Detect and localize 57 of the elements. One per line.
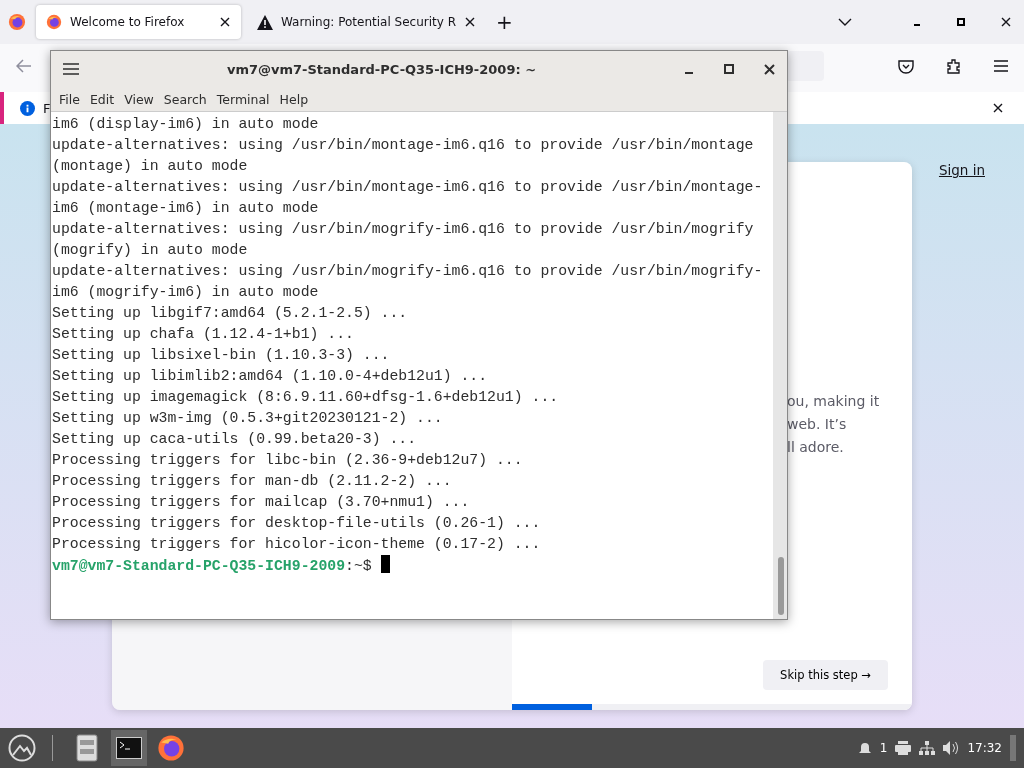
scrollbar[interactable]: [773, 112, 787, 619]
terminal-line: Processing triggers for man-db (2.11.2-2) ...: [52, 472, 453, 491]
terminal-line: update-alternatives: using /usr/bin/mogrify-im6.q16 to provide /usr/bin/mogrify-: [52, 262, 764, 281]
mountain-logo-icon[interactable]: [8, 734, 36, 762]
skip-button[interactable]: Skip this step →: [763, 660, 888, 690]
terminal-app-button[interactable]: [111, 730, 147, 766]
firefox-logo-icon: [157, 734, 185, 762]
text-cursor: [380, 555, 390, 573]
window-title: vm7@vm7-Standard-PC-Q35-ICH9-2009: ~: [225, 61, 538, 77]
menu-item[interactable]: File: [54, 91, 85, 107]
terminal-line: Processing triggers for desktop-file-utils (0.26-1) ...: [52, 514, 542, 533]
close-tab-icon[interactable]: [219, 16, 231, 28]
terminal-line: update-alternatives: using /usr/bin/montage-im6.q16 to provide /usr/bin/montage-: [52, 178, 764, 197]
prompt-path: :~$: [345, 558, 372, 574]
terminal-line: (mogrify) in auto mode: [52, 241, 249, 260]
terminal-line: update-alternatives: using /usr/bin/montage-im6.q16 to provide /usr/bin/montage: [52, 136, 755, 155]
prompt-user-host: vm7@vm7-Standard-PC-Q35-ICH9-2009: [52, 558, 346, 574]
terminal-line: im6 (mogrify-im6) in auto mode: [52, 283, 320, 302]
notification-text: F: [43, 100, 51, 116]
panel-handle[interactable]: [1010, 735, 1016, 761]
new-tab-button[interactable]: +: [492, 6, 517, 38]
terminal-line: im6 (montage-im6) in auto mode: [52, 199, 320, 218]
clock: 17:32: [967, 741, 1002, 755]
notification-count: 1: [879, 741, 888, 755]
sign-in-link[interactable]: Sign in: [938, 162, 985, 178]
body-text: web. It’s: [787, 415, 848, 434]
menu-item[interactable]: Search: [158, 91, 212, 107]
terminal-line: Setting up imagemagick (8:6.9.11.60+dfsg-1.6+deb12u1) ...: [52, 388, 560, 407]
warning-icon: [257, 14, 273, 30]
body-text: ou, making it: [787, 392, 881, 411]
terminal-line: Processing triggers for libc-bin (2.36-9+deb12u7) ...: [52, 451, 524, 470]
terminal-line: Setting up libsixel-bin (1.10.3-3) ...: [52, 346, 391, 365]
terminal-line: Setting up libimlib2:amd64 (1.10.0-4+deb12u1) ...: [52, 367, 489, 386]
close-tab-icon[interactable]: [464, 16, 476, 28]
menu-item[interactable]: View: [119, 91, 159, 107]
browser-tab[interactable]: Welcome to Firefox: [36, 5, 241, 39]
terminal-line: Processing triggers for hicolor-icon-theme (0.17-2) ...: [52, 535, 542, 554]
network-icon[interactable]: [919, 741, 936, 755]
browser-tab[interactable]: Warning: Potential Security R: [247, 5, 486, 39]
menu-item[interactable]: Edit: [84, 91, 120, 107]
terminal-line: (montage) in auto mode: [52, 157, 249, 176]
terminal-line: Setting up chafa (1.12.4-1+b1) ...: [52, 325, 355, 344]
bell-icon[interactable]: [857, 741, 872, 755]
terminal-line: Processing triggers for mailcap (3.70+nmu1) ...: [52, 493, 471, 512]
terminal-line: update-alternatives: using /usr/bin/mogrify-im6.q16 to provide /usr/bin/mogrify: [52, 220, 755, 239]
menu-item[interactable]: Terminal: [211, 91, 275, 107]
terminal-line: im6 (display-im6) in auto mode: [52, 115, 320, 134]
terminal-line: Setting up libgif7:amd64 (5.2.1-2.5) ...: [52, 304, 409, 323]
body-text: ll adore.: [787, 438, 845, 457]
info-icon: [20, 100, 35, 116]
printer-icon[interactable]: [895, 741, 912, 755]
terminal-line: Setting up caca-utils (0.99.beta20-3) ...: [52, 430, 418, 449]
volume-icon[interactable]: [943, 741, 960, 755]
firefox-logo-icon: [46, 14, 62, 30]
firefox-logo-icon: [8, 13, 26, 31]
terminal-line: Setting up w3m-img (0.5.3+git20230121-2) ...: [52, 409, 444, 428]
menu-item[interactable]: Help: [274, 91, 314, 107]
